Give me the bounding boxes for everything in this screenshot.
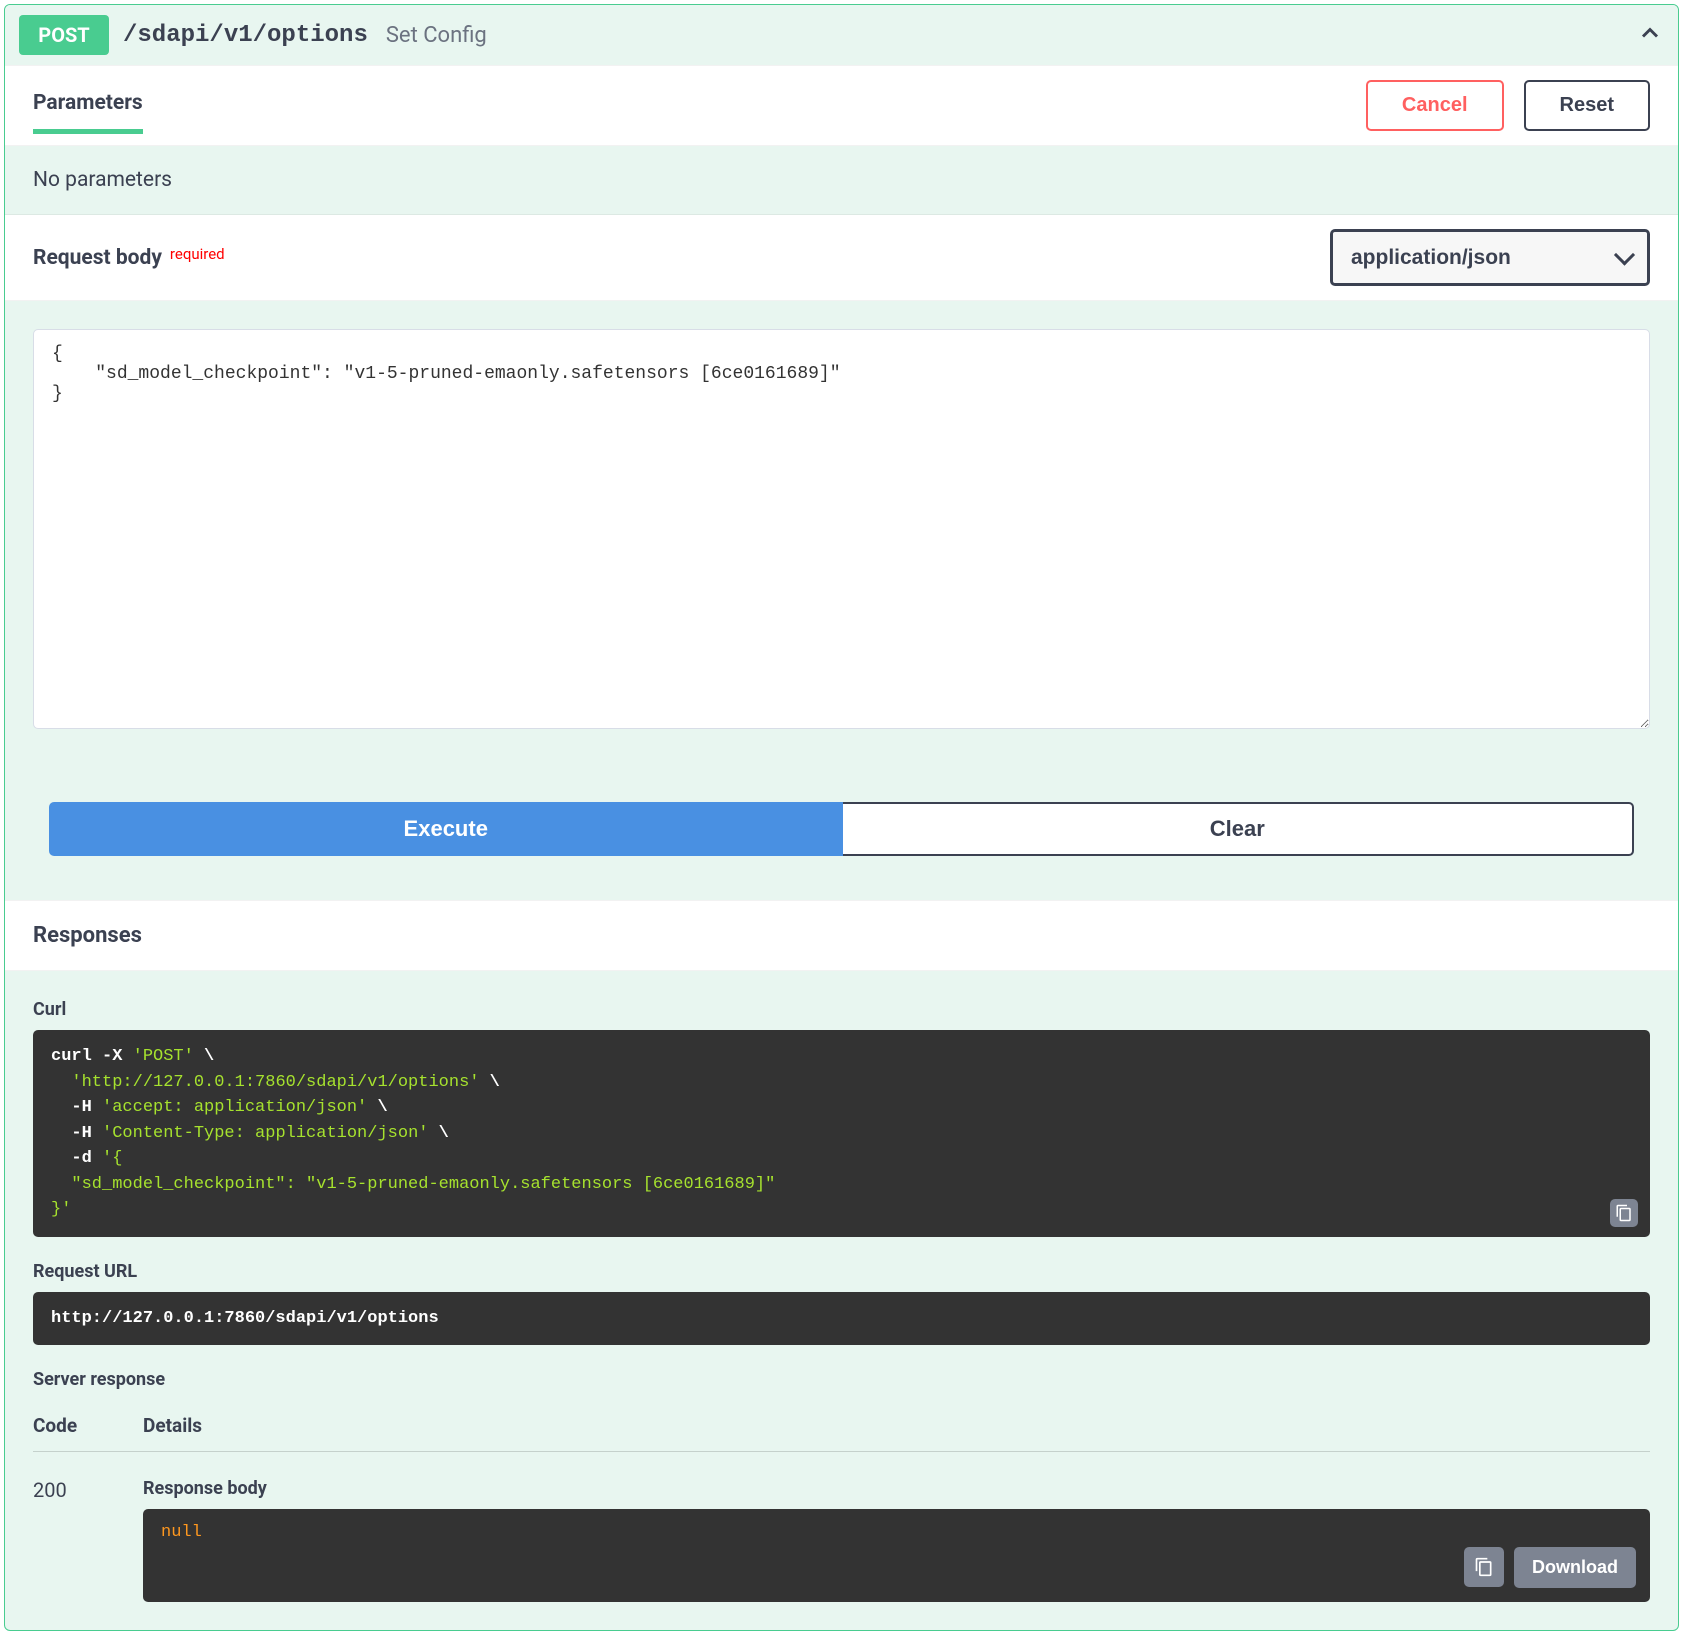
method-badge: POST [19, 15, 109, 55]
details-column-header: Details [143, 1414, 202, 1437]
curl-heading: Curl [33, 999, 1650, 1020]
request-body-header: Request body required application/json [5, 215, 1678, 301]
clear-button[interactable]: Clear [843, 802, 1635, 856]
content-type-select[interactable]: application/json [1330, 229, 1650, 286]
reset-button[interactable]: Reset [1524, 80, 1650, 131]
request-url-heading: Request URL [33, 1261, 1650, 1282]
download-button[interactable]: Download [1514, 1547, 1636, 1588]
execute-row: Execute Clear [5, 762, 1678, 870]
endpoint-path: /sdapi/v1/options [123, 22, 368, 49]
response-row: 200 Response body null Download [33, 1452, 1650, 1602]
cancel-button[interactable]: Cancel [1366, 80, 1504, 131]
execute-button[interactable]: Execute [49, 802, 843, 856]
collapse-icon[interactable] [1636, 19, 1664, 52]
server-response-heading: Server response [33, 1369, 1650, 1390]
responses-header: Responses [5, 900, 1678, 971]
request-url-block: http://127.0.0.1:7860/sdapi/v1/options [33, 1292, 1650, 1346]
copy-response-icon[interactable] [1464, 1547, 1504, 1587]
no-parameters-text: No parameters [5, 146, 1678, 215]
response-body-value: null [161, 1523, 202, 1542]
response-table-head: Code Details [33, 1406, 1650, 1452]
curl-text: 'POST' [133, 1047, 194, 1066]
operation-block: POST /sdapi/v1/options Set Config Parame… [4, 4, 1679, 1631]
request-body-area [5, 301, 1678, 762]
curl-text: '{ "sd_model_checkpoint": "v1-5-pruned-e… [51, 1149, 775, 1219]
operation-summary[interactable]: POST /sdapi/v1/options Set Config [5, 5, 1678, 65]
curl-text: 'Content-Type: application/json' [102, 1124, 428, 1143]
required-badge: required [170, 245, 225, 263]
curl-code-block: curl -X 'POST' \ 'http://127.0.0.1:7860/… [33, 1030, 1650, 1237]
curl-text: 'accept: application/json' [102, 1098, 367, 1117]
response-body-block: null Download [143, 1509, 1650, 1602]
request-url-text: http://127.0.0.1:7860/sdapi/v1/options [51, 1309, 439, 1328]
endpoint-description: Set Config [386, 23, 487, 48]
copy-icon[interactable] [1610, 1199, 1638, 1227]
responses-body: Curl curl -X 'POST' \ 'http://127.0.0.1:… [5, 971, 1678, 1630]
code-column-header: Code [33, 1414, 143, 1437]
parameters-tab[interactable]: Parameters [33, 91, 143, 134]
request-body-textarea[interactable] [33, 329, 1650, 729]
request-body-title: Request body [33, 246, 162, 270]
response-body-label: Response body [143, 1478, 1650, 1499]
response-detail: Response body null Download [143, 1478, 1650, 1602]
status-code: 200 [33, 1478, 143, 1602]
parameters-header: Parameters Cancel Reset [5, 65, 1678, 146]
curl-text: 'http://127.0.0.1:7860/sdapi/v1/options' [71, 1073, 479, 1092]
curl-text: curl -X [51, 1047, 133, 1066]
